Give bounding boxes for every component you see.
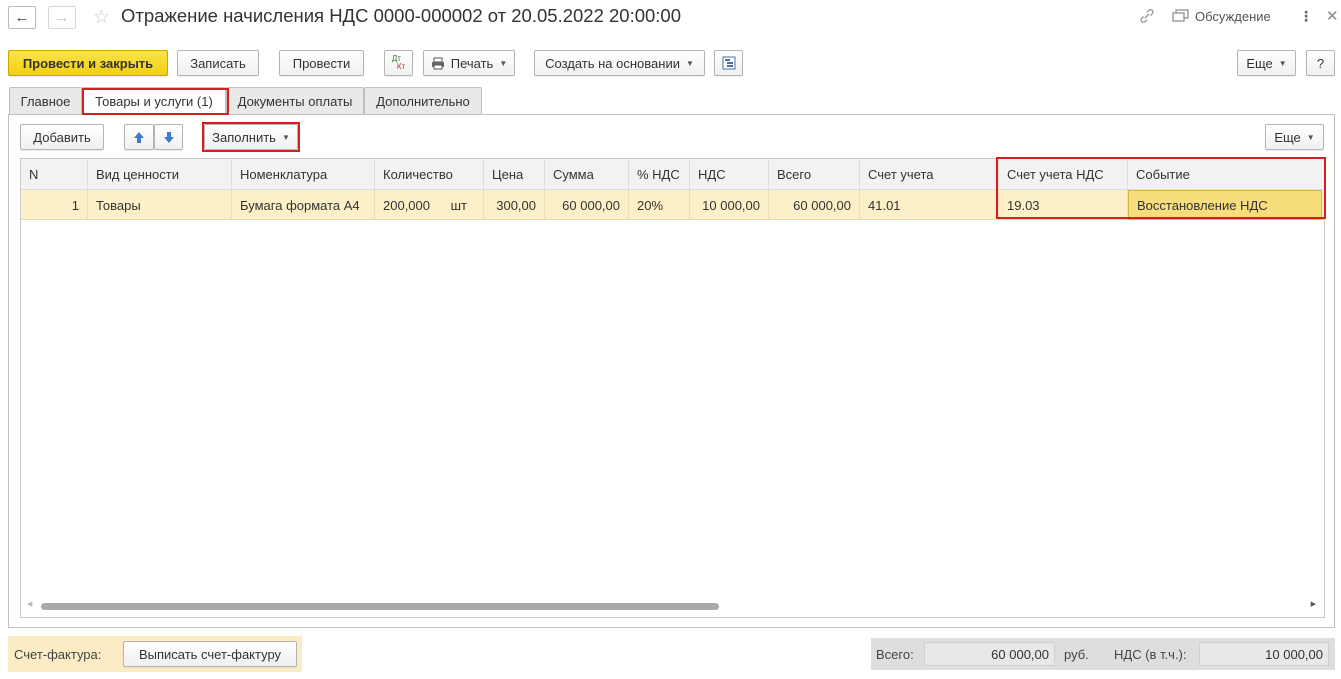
cell-total[interactable]: 60 000,00: [769, 190, 860, 220]
totals-section: Всего: 60 000,00 руб. НДС (в т.ч.): 10 0…: [871, 638, 1335, 670]
chevron-down-icon: ▼: [1278, 58, 1287, 68]
cell-sum[interactable]: 60 000,00: [545, 190, 629, 220]
structure-button[interactable]: [714, 50, 743, 76]
total-label: Всего:: [876, 647, 914, 662]
column-header-price[interactable]: Цена: [484, 159, 545, 190]
column-header-total[interactable]: Всего: [769, 159, 860, 190]
currency-label: руб.: [1064, 647, 1089, 662]
tab-payment-documents[interactable]: Документы оплаты: [226, 87, 364, 114]
column-header-n[interactable]: N: [21, 159, 88, 190]
discussion-icon[interactable]: [1172, 9, 1190, 24]
column-header-vat-account[interactable]: Счет учета НДС: [999, 159, 1128, 190]
favorite-star-icon[interactable]: ☆: [93, 6, 110, 29]
cell-vat-rate[interactable]: 20%: [629, 190, 690, 220]
arrow-down-icon: [163, 131, 175, 144]
cell-item[interactable]: Бумага формата А4: [232, 190, 375, 220]
cell-vat[interactable]: 10 000,00: [690, 190, 769, 220]
tab-additional[interactable]: Дополнительно: [364, 87, 482, 114]
chevron-down-icon: ▼: [281, 132, 290, 142]
column-header-value-type[interactable]: Вид ценности: [88, 159, 232, 190]
more-vertical-icon[interactable]: ⋮: [1299, 8, 1313, 25]
structure-icon: [722, 56, 736, 70]
dt-kt-button[interactable]: Дт Кт: [384, 50, 413, 76]
move-down-button[interactable]: [154, 124, 183, 150]
goods-table: N Вид ценности Номенклатура Количество Ц…: [20, 158, 1325, 618]
scroll-left-icon[interactable]: ◀: [27, 600, 32, 608]
cell-price[interactable]: 300,00: [484, 190, 545, 220]
total-field: 60 000,00: [924, 642, 1055, 666]
discussion-link[interactable]: Обсуждение: [1195, 9, 1271, 24]
arrow-right-icon: →: [54, 9, 70, 26]
column-header-sum[interactable]: Сумма: [545, 159, 629, 190]
issue-invoice-button[interactable]: Выписать счет-фактуру: [123, 641, 297, 667]
close-icon[interactable]: ✕: [1326, 7, 1339, 25]
cell-account[interactable]: 41.01: [860, 190, 999, 220]
vat-total-field: 10 000,00: [1199, 642, 1329, 666]
column-header-vat[interactable]: НДС: [690, 159, 769, 190]
arrow-up-icon: [133, 131, 145, 144]
post-button[interactable]: Провести: [279, 50, 364, 76]
column-header-item[interactable]: Номенклатура: [232, 159, 375, 190]
move-up-button[interactable]: [124, 124, 154, 150]
back-button[interactable]: ←: [8, 6, 36, 29]
invoice-label: Счет-фактура:: [14, 647, 102, 662]
dt-kt-icon: Дт Кт: [391, 54, 406, 71]
add-button[interactable]: Добавить: [20, 124, 104, 150]
tab-goods-services[interactable]: Товары и услуги (1): [82, 87, 226, 115]
invoice-section: Счет-фактура: Выписать счет-фактуру: [8, 636, 302, 672]
post-and-close-button[interactable]: Провести и закрыть: [8, 50, 168, 76]
cell-event[interactable]: Восстановление НДС: [1128, 190, 1322, 220]
create-based-on-button[interactable]: Создать на основании ▼: [534, 50, 705, 76]
cell-value-type[interactable]: Товары: [88, 190, 232, 220]
cell-n[interactable]: 1: [21, 190, 88, 220]
chevron-down-icon: ▼: [1306, 132, 1315, 142]
cell-vat-account[interactable]: 19.03: [999, 190, 1128, 220]
cell-quantity[interactable]: 200,000 шт: [375, 190, 484, 220]
column-header-vat-rate[interactable]: % НДС: [629, 159, 690, 190]
scrollbar-thumb[interactable]: [41, 603, 719, 610]
printer-icon: [431, 57, 445, 70]
more-button[interactable]: Еще ▼: [1237, 50, 1296, 76]
help-button[interactable]: ?: [1306, 50, 1335, 76]
table-more-button[interactable]: Еще ▼: [1265, 124, 1324, 150]
page-title: Отражение начисления НДС 0000-000002 от …: [121, 5, 682, 26]
chevron-down-icon: ▼: [499, 58, 508, 68]
column-header-event[interactable]: Событие: [1128, 159, 1324, 190]
vat-label: НДС (в т.ч.):: [1114, 647, 1187, 662]
unit-value: шт: [450, 197, 467, 213]
chevron-down-icon: ▼: [685, 58, 694, 68]
arrow-left-icon: ←: [14, 9, 30, 26]
link-icon[interactable]: [1138, 8, 1156, 24]
forward-button[interactable]: →: [48, 6, 76, 29]
tab-main[interactable]: Главное: [9, 87, 82, 114]
save-button[interactable]: Записать: [177, 50, 259, 76]
column-header-account[interactable]: Счет учета: [860, 159, 999, 190]
column-header-quantity[interactable]: Количество: [375, 159, 484, 190]
fill-button[interactable]: Заполнить ▼: [204, 124, 298, 150]
scroll-right-icon[interactable]: ▶: [1311, 600, 1316, 608]
horizontal-scrollbar[interactable]: ◀ ▶: [27, 600, 1316, 611]
print-button[interactable]: Печать ▼: [423, 50, 515, 76]
quantity-value: 200,000: [383, 197, 430, 213]
